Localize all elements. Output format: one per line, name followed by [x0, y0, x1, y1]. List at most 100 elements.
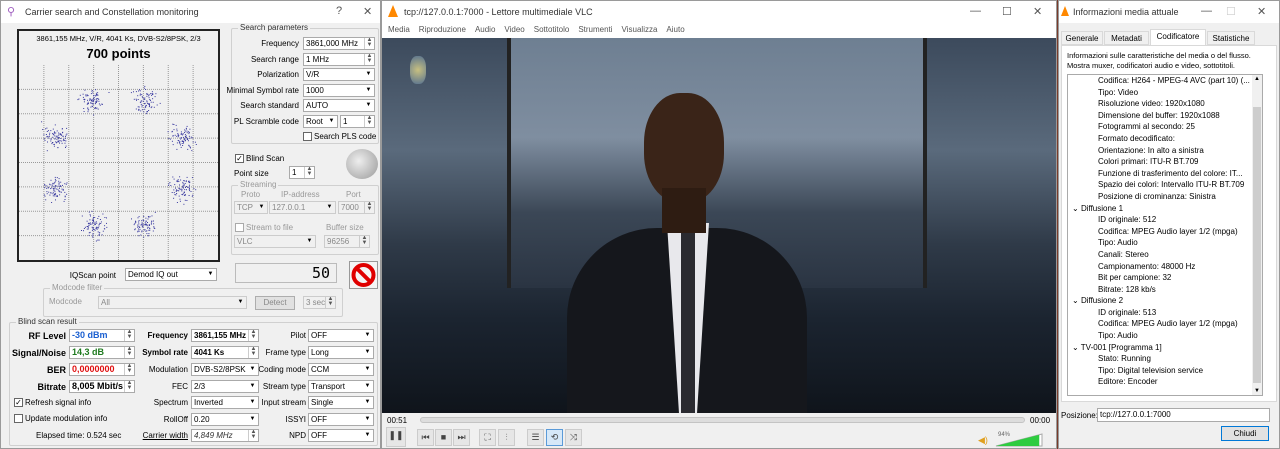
- stop-button[interactable]: [349, 261, 378, 289]
- search-pls-checkbox[interactable]: [303, 132, 312, 141]
- next-button[interactable]: ⏭: [453, 429, 470, 446]
- pl-scramble-code-input[interactable]: 1 ▲ ▼: [340, 115, 375, 128]
- pilot-select[interactable]: OFF ▼: [308, 329, 374, 342]
- stream-type-select[interactable]: Transport ▼: [308, 380, 374, 393]
- satellite-logo-button[interactable]: [346, 149, 378, 179]
- stream-to-file-checkbox[interactable]: [235, 223, 244, 232]
- menu-riproduzione[interactable]: Riproduzione: [419, 22, 466, 38]
- tab-codificatore[interactable]: Codificatore: [1150, 29, 1206, 46]
- menu-strumenti[interactable]: Strumenti: [578, 22, 612, 38]
- loop-button[interactable]: ⟲: [546, 429, 563, 446]
- modulation-select[interactable]: DVB-S2/8PSK ▼: [191, 363, 259, 376]
- npd-select[interactable]: OFF ▼: [308, 429, 374, 442]
- tree-group[interactable]: ⌄ Diffusione 2: [1068, 295, 1262, 307]
- search-standard-select[interactable]: AUTO ▼: [303, 99, 375, 112]
- chevron-down-icon[interactable]: ⌄: [1072, 343, 1081, 352]
- pl-scramble-mode-select[interactable]: Root ▼: [303, 115, 338, 128]
- pause-button[interactable]: ❚❚: [386, 427, 406, 447]
- spin-icon[interactable]: ▲ ▼: [364, 202, 374, 213]
- constellation-point: [134, 222, 136, 224]
- extended-settings-button[interactable]: ⫶: [498, 429, 515, 446]
- help-button[interactable]: ?: [336, 5, 342, 17]
- menu-sottotitolo[interactable]: Sottotitolo: [534, 22, 570, 38]
- scroll-up-icon[interactable]: ▲: [1254, 76, 1260, 82]
- menu-audio[interactable]: Audio: [475, 22, 495, 38]
- coding-mode-select[interactable]: CCM ▼: [308, 363, 374, 376]
- constellation-point: [138, 230, 140, 232]
- minimize-button[interactable]: —: [1201, 5, 1212, 17]
- scrollbar[interactable]: ▲ ▼: [1252, 75, 1262, 395]
- update-modulation-checkbox[interactable]: [14, 414, 23, 423]
- min-symbol-rate-select[interactable]: 1000 ▼: [303, 84, 375, 97]
- refresh-signal-checkbox[interactable]: ✓: [14, 398, 23, 407]
- input-stream-select[interactable]: Single ▼: [308, 396, 374, 409]
- iqscan-point-select[interactable]: Demod IQ out ▼: [125, 268, 217, 281]
- blind-scan-checkbox[interactable]: ✓: [235, 154, 244, 163]
- carrier-width-link[interactable]: Carrier width: [131, 431, 188, 440]
- spin-icon[interactable]: ▲ ▼: [304, 167, 314, 178]
- frame-type-select[interactable]: Long ▼: [308, 346, 374, 359]
- detect-button[interactable]: Detect: [255, 296, 295, 310]
- spin-icon[interactable]: ▲ ▼: [359, 236, 369, 247]
- close-button[interactable]: ✕: [1257, 5, 1266, 18]
- previous-button[interactable]: ⏮: [417, 429, 434, 446]
- close-button[interactable]: ✕: [363, 5, 372, 18]
- shuffle-button[interactable]: ⤨: [565, 429, 582, 446]
- menu-video[interactable]: Video: [504, 22, 524, 38]
- constellation-point: [85, 94, 87, 96]
- detect-time-input[interactable]: 3 sec ▲ ▼: [303, 296, 336, 309]
- tree-group[interactable]: ⌄ TV-001 [Programma 1]: [1068, 342, 1262, 354]
- playlist-button[interactable]: ☰: [527, 429, 544, 446]
- polarization-select[interactable]: V/R ▼: [303, 68, 375, 81]
- scrollbar-thumb[interactable]: [1253, 107, 1261, 383]
- fec-select[interactable]: 2/3 ▼: [191, 380, 259, 393]
- constellation-point: [42, 129, 44, 130]
- fullscreen-button[interactable]: ⛶: [479, 429, 496, 446]
- spectrum-select[interactable]: Inverted ▼: [191, 396, 259, 409]
- search-range-input[interactable]: 1 MHz ▲ ▼: [303, 53, 375, 66]
- modcode-select[interactable]: All ▼: [98, 296, 247, 309]
- rolloff-select[interactable]: 0.20 ▼: [191, 413, 259, 426]
- spin-icon[interactable]: ▲ ▼: [364, 38, 374, 49]
- constellation-point: [145, 221, 147, 222]
- close-dialog-button[interactable]: Chiudi: [1221, 426, 1269, 441]
- tab-metadati[interactable]: Metadati: [1104, 31, 1149, 45]
- codec-tree[interactable]: Codifica: H264 - MPEG-4 AVC (part 10) (.…: [1067, 74, 1263, 396]
- seek-bar[interactable]: [420, 417, 1025, 423]
- tree-group[interactable]: ⌄ Diffusione 1: [1068, 203, 1262, 215]
- menu-aiuto[interactable]: Aiuto: [666, 22, 684, 38]
- spin-icon[interactable]: ▲ ▼: [325, 297, 335, 308]
- chevron-down-icon[interactable]: ⌄: [1072, 296, 1081, 305]
- tree-item: Dimensione del buffer: 1920x1088: [1068, 110, 1262, 122]
- port-input[interactable]: 7000 ▲ ▼: [338, 201, 375, 214]
- buffer-size-input[interactable]: 96256 ▲ ▼: [324, 235, 370, 248]
- constellation-point: [92, 92, 94, 94]
- speaker-icon[interactable]: ◀): [978, 435, 988, 446]
- volume-slider[interactable]: [994, 432, 1044, 447]
- point-size-input[interactable]: 1 ▲ ▼: [289, 166, 315, 179]
- scroll-down-icon[interactable]: ▼: [1254, 388, 1260, 394]
- maximize-button[interactable]: ☐: [1226, 5, 1236, 18]
- proto-select[interactable]: TCP ▼: [234, 201, 268, 214]
- value: Inverted: [194, 398, 223, 407]
- spin-icon[interactable]: ▲ ▼: [364, 116, 374, 127]
- chevron-down-icon[interactable]: ⌄: [1072, 204, 1081, 213]
- stream-target-select[interactable]: VLC ▼: [234, 235, 316, 248]
- constellation-point: [52, 182, 54, 184]
- position-field[interactable]: tcp://127.0.0.1:7000: [1097, 408, 1270, 422]
- tree-item: Tipo: Digital television service: [1068, 365, 1262, 377]
- menu-media[interactable]: Media: [388, 22, 410, 38]
- frequency-input[interactable]: 3861,000 MHz ▲ ▼: [303, 37, 375, 50]
- maximize-button[interactable]: ☐: [1002, 5, 1012, 18]
- tab-generale[interactable]: Generale: [1061, 31, 1103, 45]
- minimize-button[interactable]: —: [970, 5, 981, 17]
- video-area[interactable]: [382, 38, 1056, 413]
- ip-address-select[interactable]: 127.0.0.1 ▼: [269, 201, 336, 214]
- spin-icon[interactable]: ▲ ▼: [364, 54, 374, 65]
- stop-button[interactable]: ■: [435, 429, 452, 446]
- issyi-select[interactable]: OFF ▼: [308, 413, 374, 426]
- menu-visualizza[interactable]: Visualizza: [622, 22, 658, 38]
- tab-statistiche[interactable]: Statistiche: [1207, 31, 1255, 45]
- constellation-point: [191, 150, 193, 152]
- close-button[interactable]: ✕: [1033, 5, 1042, 18]
